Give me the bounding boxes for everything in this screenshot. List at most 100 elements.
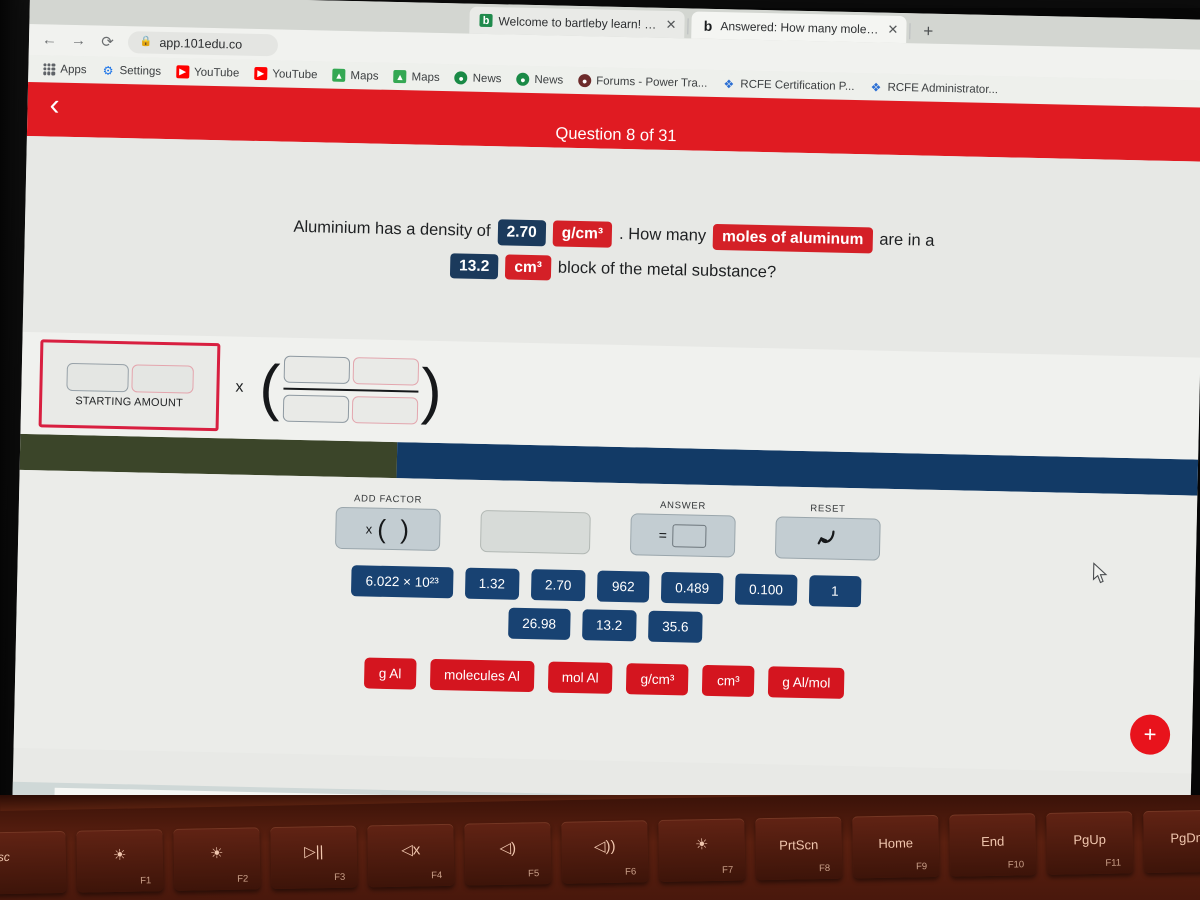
key-esc[interactable]: Esc <box>0 830 67 895</box>
value-tile[interactable]: 0.489 <box>660 571 724 605</box>
key-f6-volume-up[interactable]: ◁)) F6 <box>561 820 649 884</box>
unit-tile[interactable]: g Al <box>363 657 417 690</box>
value-tile[interactable]: 2.70 <box>530 569 586 602</box>
value-tile[interactable]: 6.022 × 10²³ <box>351 565 454 599</box>
forward-icon[interactable]: → <box>70 32 87 49</box>
address-bar[interactable]: 🔒 app.101edu.co <box>127 30 279 56</box>
numerator-unit-slot[interactable] <box>352 356 419 386</box>
question-text: . How many <box>618 225 707 246</box>
key-fname: F4 <box>431 869 443 882</box>
key-fname: F8 <box>818 862 831 875</box>
bookmark-settings[interactable]: ⚙ Settings <box>95 61 167 80</box>
bookmark-label: Maps <box>350 69 379 83</box>
answer-button[interactable]: = <box>629 513 736 558</box>
starting-amount-unit-slot[interactable] <box>130 364 194 394</box>
starting-amount-value-slot[interactable] <box>65 362 129 393</box>
new-tab-button[interactable]: + <box>913 21 943 44</box>
value-tile[interactable]: 0.100 <box>734 573 798 606</box>
bookmark-rcfe-certification[interactable]: ❖ RCFE Certification P... <box>716 75 861 95</box>
bookmark-icon: ❖ <box>723 76 735 91</box>
browser-tab-answered[interactable]: b Answered: How many moles of a ✕ <box>691 11 907 44</box>
key-fname: F3 <box>334 871 346 883</box>
apps-grid-icon <box>42 62 55 76</box>
bookmark-maps-1[interactable]: ▲ Maps <box>326 66 384 84</box>
answer-input-box[interactable] <box>671 523 707 548</box>
close-icon[interactable]: ✕ <box>665 16 676 32</box>
key-f1-brightness-down[interactable]: ☀ F1 <box>76 829 164 893</box>
question-text: block of the metal substance? <box>557 258 777 282</box>
unit-tile[interactable]: molecules Al <box>429 658 535 693</box>
tool-answer: ANSWER = <box>629 499 736 558</box>
bookmark-youtube-2[interactable]: ▶ YouTube <box>248 65 324 84</box>
maps-icon: ▲ <box>393 69 407 84</box>
question-chip-density-value: 2.70 <box>497 219 546 246</box>
key-f4-mute[interactable]: ◁x F4 <box>367 823 455 888</box>
key-f8-prtscn[interactable]: PrtScn F8 <box>755 816 843 881</box>
bookmark-maps-2[interactable]: ▲ Maps <box>387 68 445 86</box>
bookmark-apps[interactable]: Apps <box>36 60 93 78</box>
question-chip-volume-unit: cm³ <box>505 253 552 281</box>
bartleby-icon: b <box>479 13 493 28</box>
value-tile[interactable]: 962 <box>596 570 650 603</box>
help-fab-button[interactable]: + <box>1129 714 1171 756</box>
laptop-keyboard-deck: Esc ☀ F1 ☀ F2 ▷|| F3 ◁x F4 ◁) F5 ◁)) F6 … <box>0 795 1200 900</box>
value-tile[interactable]: 26.98 <box>507 607 571 640</box>
key-fname: F1 <box>140 875 152 887</box>
denominator-slots <box>282 394 418 425</box>
reload-icon[interactable]: ⟳ <box>99 32 116 50</box>
starting-amount-box[interactable]: STARTING AMOUNT <box>38 339 221 432</box>
close-icon[interactable]: ✕ <box>887 21 898 37</box>
numerator-value-slot[interactable] <box>283 355 350 384</box>
value-tile[interactable]: 1.32 <box>464 567 520 600</box>
reset-button[interactable] <box>774 516 881 561</box>
key-f3-play-pause[interactable]: ▷|| F3 <box>270 825 358 890</box>
question-line-2: 13.2 cm³ block of the metal substance? <box>449 252 777 285</box>
unit-tile[interactable]: mol Al <box>547 661 613 694</box>
key-f2-brightness-up[interactable]: ☀ F2 <box>173 827 261 891</box>
key-fname: F10 <box>1007 859 1025 871</box>
blank-drop-slot[interactable] <box>479 509 591 555</box>
bookmark-news-2[interactable]: ● News <box>510 71 569 89</box>
back-icon[interactable]: ← <box>41 31 58 48</box>
value-tile[interactable]: 35.6 <box>647 610 703 643</box>
unit-tile[interactable]: g/cm³ <box>626 663 689 696</box>
tile-palette: ADD FACTOR x ( ) ANSWER = RESET 6.022 × … <box>13 469 1198 774</box>
mute-icon: ◁x <box>401 841 421 859</box>
key-f9-home[interactable]: Home F9 <box>852 814 940 879</box>
key-glyph: PgUp <box>1073 831 1107 848</box>
unit-tile[interactable]: cm³ <box>701 664 755 697</box>
youtube-icon: ▶ <box>175 65 190 79</box>
key-f11-pgup[interactable]: PgUp F11 <box>1046 811 1134 875</box>
key-f7-keyboard-backlight[interactable]: ☀ F7 <box>658 818 746 883</box>
brightness-up-icon: ☀ <box>209 844 224 863</box>
value-tile[interactable]: 1 <box>808 575 862 608</box>
key-f12-pgdn[interactable]: PgDn F12 <box>1143 809 1200 874</box>
bookmark-youtube-1[interactable]: ▶ YouTube <box>170 63 246 82</box>
question-line-1: Aluminium has a density of 2.70 g/cm³ . … <box>293 215 935 254</box>
key-glyph: End <box>980 833 1005 850</box>
bookmark-label: Settings <box>119 64 162 78</box>
denominator-value-slot[interactable] <box>282 394 349 424</box>
tool-blank-slot <box>479 494 591 555</box>
news-icon: ● <box>454 71 468 85</box>
bookmark-label: Apps <box>60 63 87 76</box>
key-f10-end[interactable]: End F10 <box>949 813 1037 877</box>
paren-open-icon: ( <box>258 352 281 423</box>
bookmark-news-1[interactable]: ● News <box>449 69 508 87</box>
tool-add-factor: ADD FACTOR x ( ) <box>334 493 441 552</box>
bookmark-forums[interactable]: ● Forums - Power Tra... <box>572 72 714 92</box>
lock-icon: 🔒 <box>139 36 153 48</box>
key-f5-volume-down[interactable]: ◁) F5 <box>464 821 552 886</box>
brightness-down-icon: ☀ <box>112 846 127 865</box>
add-factor-button[interactable]: x ( ) <box>334 506 441 552</box>
browser-tab-bartleby[interactable]: b Welcome to bartleby learn! - lyna ✕ <box>469 6 685 39</box>
unit-tile[interactable]: g Al/mol <box>767 666 845 699</box>
reset-label: RESET <box>810 503 846 515</box>
bookmark-rcfe-administrator[interactable]: ❖ RCFE Administrator... <box>863 78 1004 98</box>
starting-amount-label: STARTING AMOUNT <box>75 395 184 410</box>
value-tile[interactable]: 13.2 <box>581 609 637 642</box>
key-fname: F6 <box>625 866 637 878</box>
address-bar-url: app.101edu.co <box>159 35 243 52</box>
denominator-unit-slot[interactable] <box>351 396 418 425</box>
maps-icon: ▲ <box>332 68 346 82</box>
